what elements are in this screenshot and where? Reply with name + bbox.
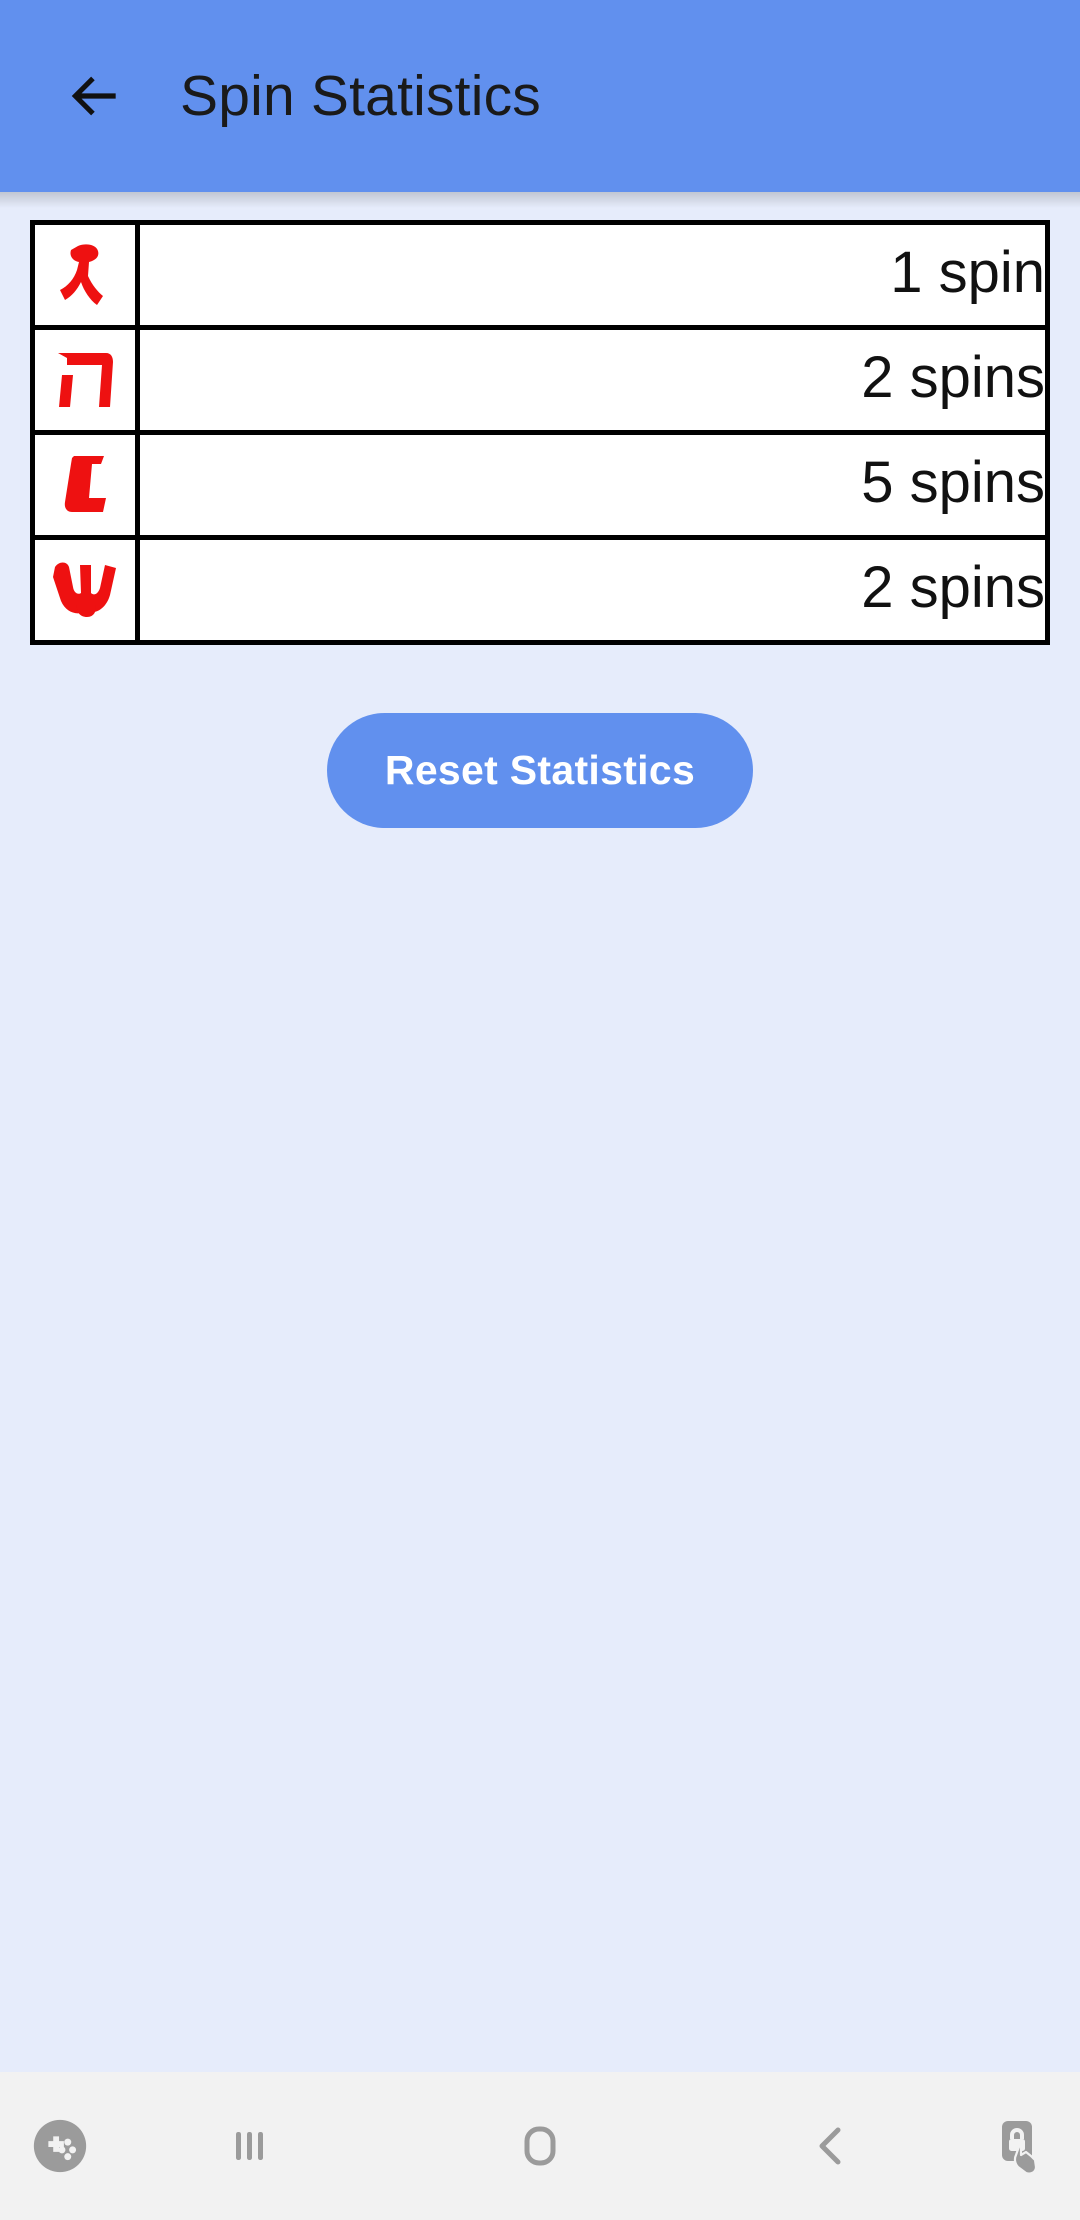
home-icon xyxy=(511,2117,569,2175)
screen-pin-button[interactable] xyxy=(960,2072,1080,2220)
back-button[interactable] xyxy=(52,53,138,139)
letter-cell-gimel xyxy=(30,220,140,330)
reset-button-container: Reset Statistics xyxy=(30,713,1050,828)
home-button[interactable] xyxy=(380,2072,700,2220)
spin-count-label: 5 spins xyxy=(861,450,1045,515)
hebrew-letter-gimel-icon xyxy=(35,236,135,314)
letter-cell-shin xyxy=(30,535,140,645)
letter-cell-hey xyxy=(30,325,140,435)
recents-icon xyxy=(222,2118,278,2174)
navbar-back-button[interactable] xyxy=(700,2072,960,2220)
table-row: 2 spins xyxy=(30,535,1050,645)
stats-table-body: 1 spin 2 spins 5 spins 2 spins xyxy=(30,220,1050,645)
hebrew-letter-hey-icon xyxy=(35,341,135,419)
content-area: 1 spin 2 spins 5 spins 2 spins Reset Sta… xyxy=(0,192,1080,828)
recents-button[interactable] xyxy=(120,2072,380,2220)
spin-count-label: 2 spins xyxy=(861,555,1045,620)
hebrew-letter-nun-icon xyxy=(35,446,135,524)
letter-cell-nun xyxy=(30,430,140,540)
app-bar-shadow xyxy=(0,192,1080,208)
game-booster-icon xyxy=(29,2115,91,2177)
count-cell-shin: 2 spins xyxy=(135,535,1050,645)
count-cell-hey: 2 spins xyxy=(135,325,1050,435)
table-row: 5 spins xyxy=(30,430,1050,540)
reset-statistics-button[interactable]: Reset Statistics xyxy=(326,713,754,828)
back-chevron-icon xyxy=(802,2118,858,2174)
page-title: Spin Statistics xyxy=(180,64,541,128)
screen-pin-lock-icon xyxy=(990,2115,1050,2177)
spin-statistics-table: 1 spin 2 spins 5 spins 2 spins xyxy=(30,220,1050,645)
count-cell-gimel: 1 spin xyxy=(135,220,1050,330)
app-bar: Spin Statistics xyxy=(0,0,1080,192)
android-navigation-bar xyxy=(0,2072,1080,2220)
count-cell-nun: 5 spins xyxy=(135,430,1050,540)
game-booster-button[interactable] xyxy=(0,2072,120,2220)
spin-count-label: 1 spin xyxy=(890,240,1045,305)
table-row: 2 spins xyxy=(30,325,1050,435)
table-row: 1 spin xyxy=(30,220,1050,330)
arrow-left-icon xyxy=(64,65,126,127)
hebrew-letter-shin-icon xyxy=(35,551,135,629)
spin-count-label: 2 spins xyxy=(861,345,1045,410)
